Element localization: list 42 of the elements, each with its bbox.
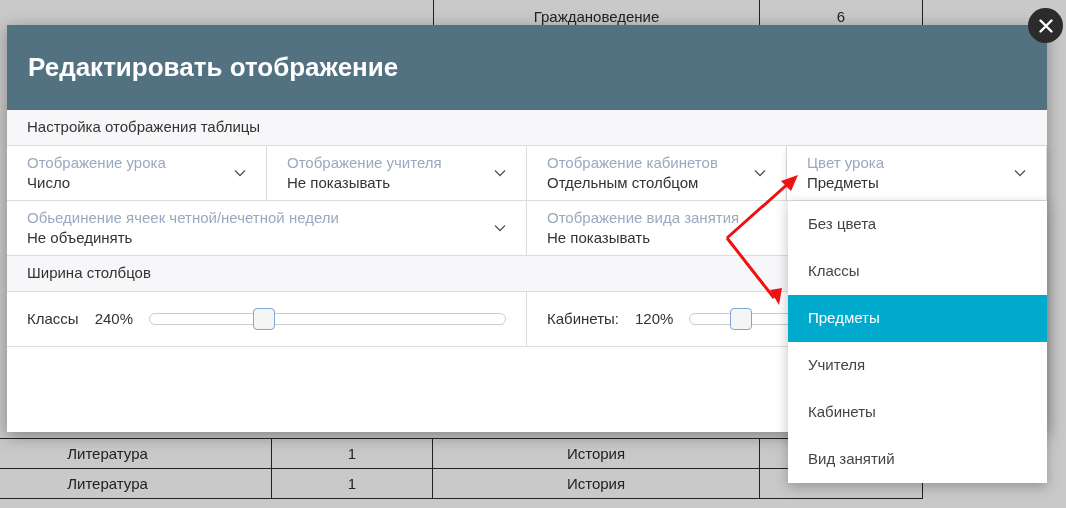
close-icon [1038,18,1053,33]
table-cell: Литература [0,439,272,468]
field-label: Цвет урока [807,153,885,173]
chevron-down-icon [1014,169,1026,177]
field-label: Обьединение ячеек четной/нечетной недели [27,208,339,228]
close-button[interactable] [1028,8,1063,43]
table-cell: 1 [272,439,433,468]
table-cell: История [433,469,760,498]
field-value: Отдельным столбцом [547,173,700,193]
field-value: Число [27,173,72,193]
select-field[interactable]: Отображение урока Число [7,146,267,201]
field-value: Не показывать [547,228,652,248]
dropdown-option[interactable]: Без цвета [788,201,1047,248]
select-field[interactable]: Цвет урока Предметы [787,146,1047,201]
field-label: Отображение кабинетов [547,153,718,173]
field-label: Отображение вида занятия [547,208,740,228]
dialog-title: Редактировать отображение [28,51,399,84]
table-cell: Литература [0,469,272,498]
chevron-down-icon [494,224,506,232]
field-label: Отображение учителя [287,153,442,173]
field-value: Предметы [807,173,880,193]
chevron-down-icon [754,169,766,177]
slider-reading: 120% [635,308,674,329]
slider-reading: 240% [94,308,133,329]
field-value: Не показывать [287,173,392,193]
select-field[interactable]: Отображение учителя Не показывать [267,146,527,201]
field-label: Отображение урока [27,153,166,173]
field-value: Не объединять [27,228,134,248]
slider[interactable] [149,307,506,331]
table-cell: 1 [272,469,433,498]
section-title: Ширина столбцов [27,263,151,284]
dropdown-option[interactable]: Учителя [788,342,1047,389]
chevron-down-icon [494,169,506,177]
dropdown-option[interactable]: Вид занятий [788,436,1047,483]
slider-thumb[interactable] [252,308,275,330]
dropdown-option[interactable]: Кабинеты [788,389,1047,436]
slider-thumb[interactable] [730,308,753,330]
table-cell: История [433,439,760,468]
slider-label: Классы [27,308,79,329]
section-title: Настройка отображения таблицы [27,117,261,138]
slider-label: Кабинеты: [547,308,619,329]
chevron-down-icon [234,169,246,177]
